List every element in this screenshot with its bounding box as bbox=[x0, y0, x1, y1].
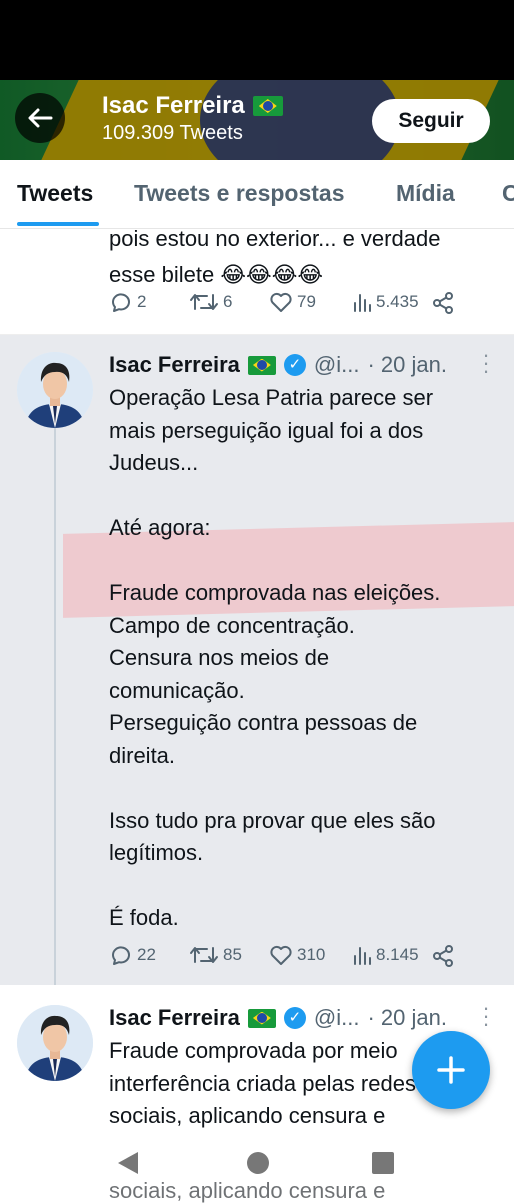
tweet-count: 109.309 Tweets bbox=[102, 122, 243, 144]
scrolled-text-ghost: sociais, aplicando censura e bbox=[109, 1178, 386, 1203]
verified-badge-icon: ✓ bbox=[283, 354, 306, 376]
like-button[interactable]: 79 bbox=[269, 291, 316, 313]
system-navigation-bar: sociais, aplicando censura e bbox=[0, 1128, 514, 1203]
reply-count: 2 bbox=[137, 292, 147, 311]
tweet-actions: 22 85 310 8.145 bbox=[109, 944, 489, 974]
brazil-flag-icon bbox=[247, 1008, 276, 1028]
tweet-text: pois estou no exterior... e verdade esse… bbox=[109, 229, 440, 293]
views-count: 5.435 bbox=[376, 292, 419, 311]
retweet-count: 85 bbox=[223, 945, 242, 964]
share-button[interactable] bbox=[431, 291, 455, 315]
author-handle: @i... bbox=[313, 1005, 360, 1030]
retweet-button[interactable]: 6 bbox=[189, 291, 232, 313]
like-count: 79 bbox=[297, 292, 316, 311]
nav-back-icon[interactable] bbox=[116, 1150, 140, 1181]
verified-badge-icon: ✓ bbox=[283, 1007, 306, 1029]
profile-header: Isac Ferreira 109.309 Tweets Seguir bbox=[0, 80, 514, 160]
header-text: Isac Ferreira 109.309 Tweets bbox=[102, 92, 283, 145]
tweet-text-fragment: esse bilete bbox=[109, 262, 215, 287]
plus-icon bbox=[437, 1056, 465, 1084]
tweet-text-line: pois estou no exterior... e verdade bbox=[109, 229, 441, 251]
views-button[interactable]: 5.435 bbox=[352, 291, 419, 313]
brazil-flag-icon bbox=[252, 96, 283, 116]
reply-icon bbox=[111, 293, 130, 312]
share-icon bbox=[433, 945, 453, 967]
author-handle: @i... bbox=[313, 352, 360, 377]
reply-button[interactable]: 22 bbox=[109, 944, 156, 966]
profile-tabs: Tweets Tweets e respostas Mídia C bbox=[0, 160, 514, 229]
views-count: 8.145 bbox=[376, 945, 419, 964]
reply-count: 22 bbox=[137, 945, 156, 964]
profile-name: Isac Ferreira bbox=[102, 92, 283, 120]
tweet-header: Isac Ferreira ✓ @i... · 20 jan. bbox=[109, 352, 447, 378]
compose-tweet-button[interactable] bbox=[412, 1031, 490, 1109]
retweet-icon bbox=[190, 947, 218, 963]
more-options-icon[interactable]: · · · bbox=[478, 997, 494, 1035]
share-icon bbox=[433, 292, 453, 314]
author-name[interactable]: Isac Ferreira bbox=[109, 1005, 240, 1031]
active-tab-indicator bbox=[17, 222, 99, 226]
status-bar bbox=[0, 0, 514, 80]
reply-icon bbox=[111, 946, 130, 965]
retweet-button[interactable]: 85 bbox=[189, 944, 242, 966]
author-name[interactable]: Isac Ferreira bbox=[109, 352, 240, 378]
tweet-previous[interactable]: pois estou no exterior... e verdade esse… bbox=[0, 229, 514, 335]
avatar-image bbox=[17, 352, 93, 428]
tweet-date: · 20 jan. bbox=[367, 352, 447, 377]
more-options-icon[interactable]: · · · bbox=[478, 344, 494, 382]
share-button[interactable] bbox=[431, 944, 455, 968]
views-button[interactable]: 8.145 bbox=[352, 944, 419, 966]
avatar[interactable] bbox=[17, 1005, 93, 1081]
heart-icon bbox=[270, 945, 292, 965]
tab-tweets[interactable]: Tweets bbox=[17, 180, 93, 207]
reply-button[interactable]: 2 bbox=[109, 291, 146, 313]
avatar-image bbox=[17, 1005, 93, 1081]
tab-midia[interactable]: Mídia bbox=[396, 180, 455, 207]
nav-recents-icon[interactable] bbox=[371, 1150, 395, 1181]
laughing-emoji-icons: 😂😂😂😂 bbox=[220, 262, 324, 287]
tweet-text: Operação Lesa Patria parece ser mais per… bbox=[109, 385, 441, 930]
avatar[interactable] bbox=[17, 352, 93, 428]
follow-button[interactable]: Seguir bbox=[372, 99, 490, 143]
tab-tweets-e-respostas[interactable]: Tweets e respostas bbox=[134, 180, 345, 207]
views-icon bbox=[354, 947, 371, 965]
like-button[interactable]: 310 bbox=[269, 944, 325, 966]
arrow-left-icon bbox=[28, 108, 53, 128]
tweet-date: · 20 jan. bbox=[367, 1005, 447, 1030]
nav-home-icon[interactable] bbox=[246, 1150, 270, 1181]
tweet-actions: 2 6 79 5.435 bbox=[109, 291, 489, 321]
tweet-header: Isac Ferreira ✓ @i... · 20 jan. bbox=[109, 1005, 447, 1031]
tweet[interactable]: Isac Ferreira ✓ @i... · 20 jan. · · · Oper… bbox=[0, 335, 514, 985]
back-button[interactable] bbox=[15, 93, 65, 143]
profile-name-text: Isac Ferreira bbox=[102, 92, 245, 119]
views-icon bbox=[354, 294, 371, 312]
tab-more[interactable]: C bbox=[502, 180, 514, 207]
tweet-text-line: esse bilete 😂😂😂😂 bbox=[109, 257, 440, 293]
heart-icon bbox=[270, 292, 292, 312]
brazil-flag-icon bbox=[247, 355, 276, 375]
retweet-icon bbox=[190, 294, 218, 310]
thread-line bbox=[54, 427, 56, 985]
retweet-count: 6 bbox=[223, 292, 233, 311]
like-count: 310 bbox=[297, 945, 326, 964]
